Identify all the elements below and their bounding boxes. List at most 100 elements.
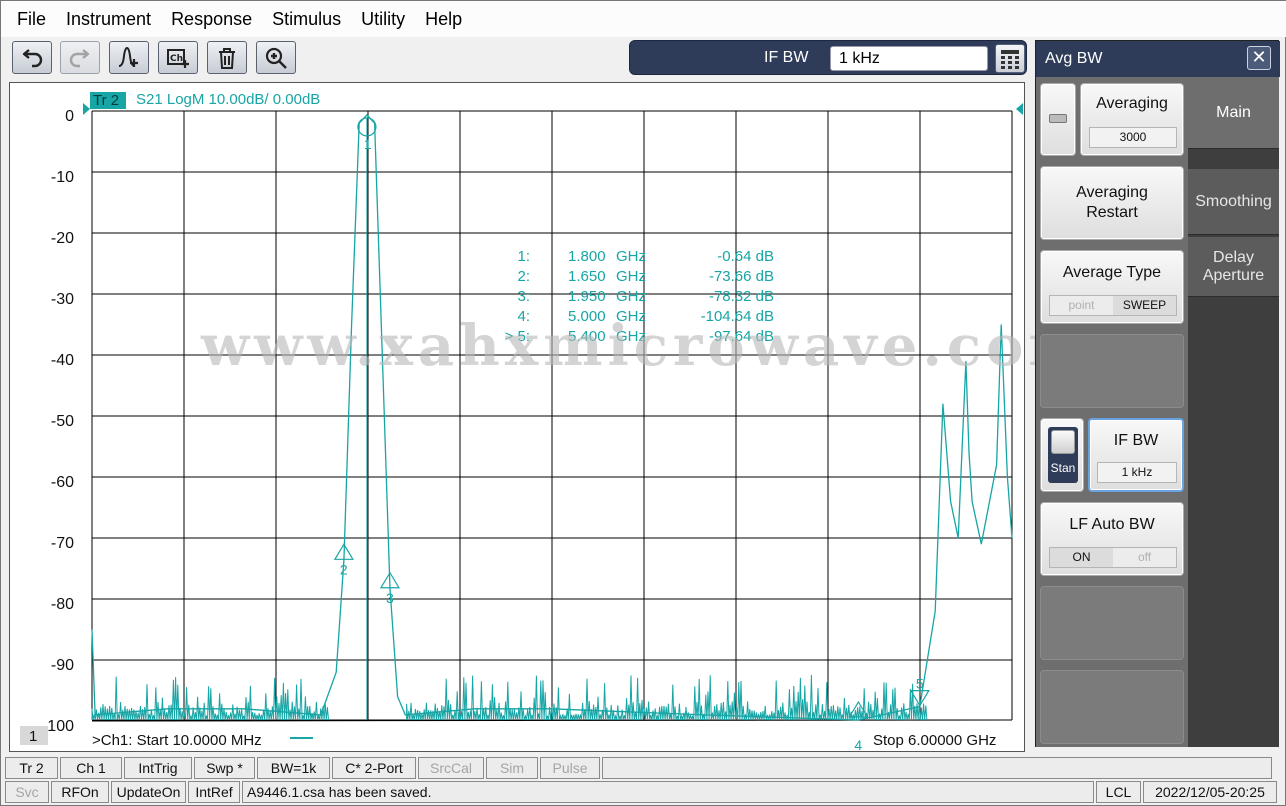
empty-softkey-3: [1040, 670, 1184, 744]
lf-auto-bw-label: LF Auto BW: [1069, 516, 1155, 533]
channel-number[interactable]: 1: [29, 728, 37, 745]
status-bar-row-2: Svc RFOn UpdateOn IntRef A9446.1.csa has…: [5, 781, 1283, 803]
softkey-column: Averaging 3000 Averaging Restart Average…: [1036, 77, 1188, 747]
marker-readout-value: -0.64 dB: [717, 248, 774, 265]
y-axis-labels: 0-10-20-30-40-50-60-70-80-90-100: [42, 108, 74, 735]
zoom-in-icon: [265, 47, 287, 69]
status-sweep[interactable]: Swp *: [194, 757, 255, 779]
marker-readout-id: 2:: [517, 268, 530, 285]
menu-file[interactable]: File: [7, 1, 56, 37]
redo-button[interactable]: [60, 41, 100, 74]
marker-readout-freq: 1.800: [568, 248, 606, 265]
trace-tag[interactable]: Tr 2: [93, 92, 119, 109]
stop-frequency-label[interactable]: Stop 6.00000 GHz: [873, 732, 996, 749]
ifbw-entry-input[interactable]: 1 kHz: [830, 46, 988, 71]
stan-indicator: Stan: [1048, 427, 1078, 483]
redo-icon: [69, 48, 90, 67]
marker-5-number: 5: [916, 676, 924, 692]
lf-auto-bw-button[interactable]: LF Auto BW ON off: [1040, 502, 1184, 576]
status-srccal[interactable]: SrcCal: [418, 757, 484, 779]
status-channel[interactable]: Ch 1: [60, 757, 122, 779]
average-type-label: Average Type: [1062, 264, 1162, 281]
start-frequency-label[interactable]: >Ch1: Start 10.0000 MHz: [92, 732, 262, 749]
trace-window[interactable]: 0 -10 -20 -30 -40 -50 -60 -70 -80 -90 -100 Tr 2 S2…: [9, 82, 1025, 752]
s21-chart[interactable]: 0-10-20-30-40-50-60-70-80-90-100 Tr 2 S2…: [10, 83, 1024, 751]
status-svc[interactable]: Svc: [5, 781, 49, 803]
keypad-button[interactable]: [995, 44, 1025, 73]
y-tick-label: -50: [51, 413, 74, 430]
lf-auto-bw-toggle[interactable]: ON off: [1049, 547, 1177, 568]
y-tick-label: 0: [65, 108, 74, 125]
vna-application-window: File Instrument Response Stimulus Utilit…: [0, 0, 1286, 806]
y-tick-label: -80: [51, 596, 74, 613]
averaging-count: 3000: [1089, 127, 1177, 148]
zoom-button[interactable]: [256, 41, 296, 74]
averaging-toggle-button[interactable]: [1040, 83, 1076, 156]
averaging-button[interactable]: Averaging 3000: [1080, 83, 1184, 156]
lf-auto-bw-off[interactable]: off: [1113, 548, 1176, 567]
menu-instrument[interactable]: Instrument: [56, 1, 161, 37]
ifbw-softkey-value: 1 kHz: [1097, 462, 1177, 483]
marker-readout-value: -97.64 dB: [709, 328, 774, 345]
svg-text:Ch: Ch: [170, 54, 183, 64]
menu-stimulus[interactable]: Stimulus: [262, 1, 351, 37]
status-sim[interactable]: Sim: [486, 757, 538, 779]
softkey-title: Avg BW: [1045, 50, 1103, 67]
y-tick-label: -90: [51, 657, 74, 674]
marker-readout-id: 3:: [517, 288, 530, 305]
averaging-label: Averaging: [1096, 95, 1168, 112]
lf-auto-bw-on[interactable]: ON: [1050, 548, 1113, 567]
average-type-toggle[interactable]: point SWEEP: [1049, 295, 1177, 316]
y-tick-label: -40: [51, 352, 74, 369]
status-trigger[interactable]: IntTrig: [124, 757, 192, 779]
ifbw-entry-label: IF BW: [764, 49, 809, 66]
status-bandwidth[interactable]: BW=1k: [257, 757, 330, 779]
status-pulse[interactable]: Pulse: [540, 757, 600, 779]
add-marker-button[interactable]: [109, 41, 149, 74]
tab-delay-aperture[interactable]: Delay Aperture: [1188, 237, 1279, 297]
ifbw-softkey-label: IF BW: [1113, 432, 1159, 449]
marker-readout-id: > 5:: [505, 328, 530, 345]
stan-button[interactable]: Stan: [1040, 418, 1084, 492]
average-type-sweep[interactable]: SWEEP: [1113, 296, 1176, 315]
averaging-restart-line2: Restart: [1086, 204, 1138, 221]
marker-readout-value: -78.32 dB: [709, 288, 774, 305]
status-bar-row-1: Tr 2 Ch 1 IntTrig Swp * BW=1k C* 2-Port …: [5, 757, 1283, 779]
marker-add-icon: [118, 46, 138, 67]
menu-utility[interactable]: Utility: [351, 1, 415, 37]
menu-response[interactable]: Response: [161, 1, 262, 37]
averaging-restart-button[interactable]: Averaging Restart: [1040, 166, 1184, 240]
stan-switch-icon: [1051, 430, 1075, 454]
marker-readout-freq: 5.400: [568, 328, 606, 345]
marker-4-number: 4: [854, 737, 862, 751]
status-spare: [602, 757, 1272, 779]
marker-2-number: 2: [340, 561, 348, 577]
softkey-panel: Avg BW ✕ Averaging 3000 Averaging Restar…: [1035, 40, 1280, 747]
average-type-button[interactable]: Average Type point SWEEP: [1040, 250, 1184, 324]
status-calibration[interactable]: C* 2-Port: [332, 757, 416, 779]
status-int-ref[interactable]: IntRef: [188, 781, 240, 803]
marker-readout-unit: GHz: [616, 268, 646, 285]
y-tick-label: -60: [51, 474, 74, 491]
ifbw-softkey[interactable]: IF BW 1 kHz: [1088, 418, 1184, 492]
menu-help[interactable]: Help: [415, 1, 472, 37]
ref-level-left-arrow: [83, 103, 90, 115]
tab-smoothing[interactable]: Smoothing: [1188, 169, 1279, 235]
empty-softkey-2: [1040, 586, 1184, 660]
add-channel-button[interactable]: Ch: [158, 41, 198, 74]
status-lcl[interactable]: LCL: [1096, 781, 1141, 803]
tab-main[interactable]: Main: [1188, 77, 1279, 149]
stan-label: Stan: [1050, 461, 1076, 475]
marker-readout-freq: 1.650: [568, 268, 606, 285]
status-update-on[interactable]: UpdateOn: [111, 781, 186, 803]
noise-floor-spikes: [92, 675, 1014, 720]
softkey-tabs: Main Smoothing Delay Aperture: [1188, 77, 1279, 747]
average-type-point[interactable]: point: [1050, 296, 1113, 315]
status-trace[interactable]: Tr 2: [5, 757, 58, 779]
trash-icon: [219, 47, 235, 69]
delete-button[interactable]: [207, 41, 247, 74]
trace-header: S21 LogM 10.00dB/ 0.00dB: [136, 91, 320, 108]
undo-button[interactable]: [12, 41, 52, 74]
close-icon[interactable]: ✕: [1247, 46, 1271, 70]
status-rf-on[interactable]: RFOn: [51, 781, 109, 803]
